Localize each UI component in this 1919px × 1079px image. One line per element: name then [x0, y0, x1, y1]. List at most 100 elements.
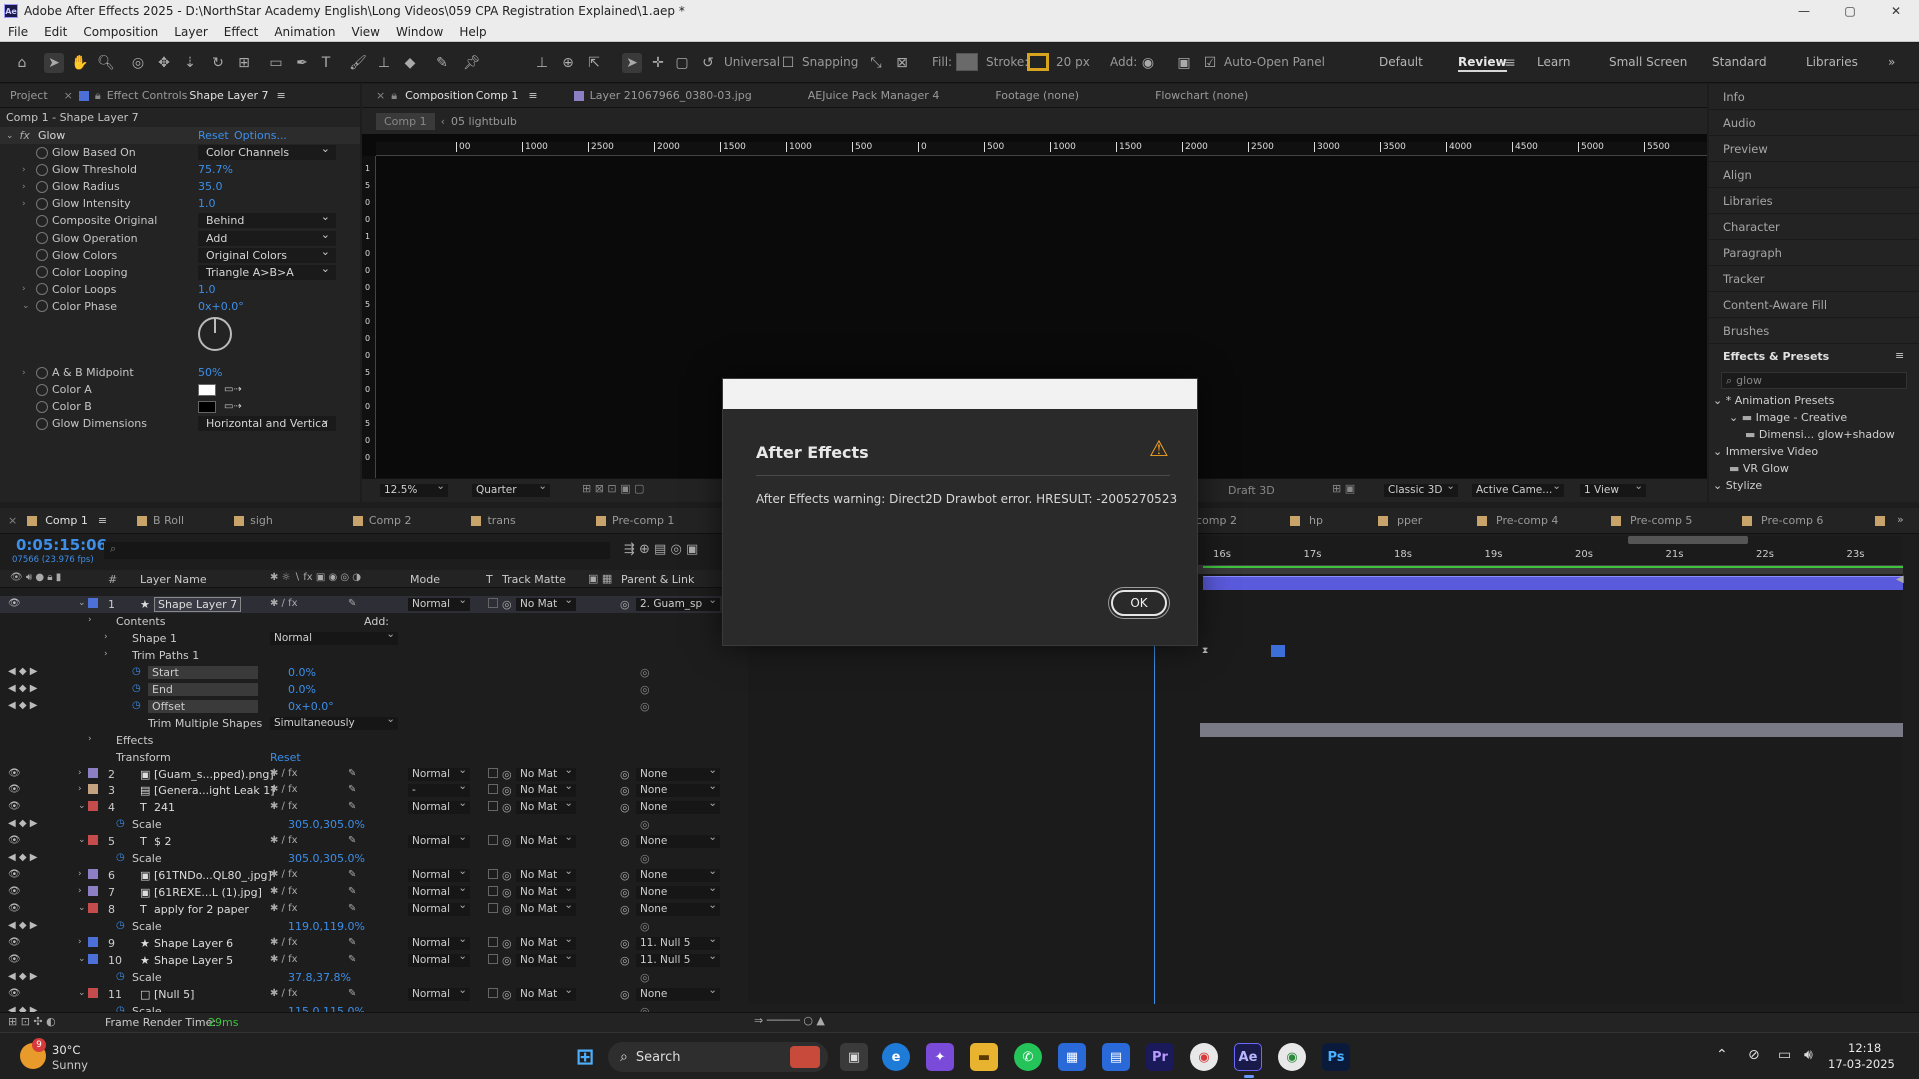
expand-arrow-icon[interactable]: › — [104, 649, 108, 659]
chrome-icon[interactable]: ◉ — [1190, 1043, 1218, 1071]
tab-pre-comp-5[interactable]: Pre-comp 5 — [1630, 514, 1692, 527]
expand-arrow-icon[interactable]: ⌄ — [78, 988, 86, 998]
layer-edit-icon[interactable]: ✎ — [348, 801, 356, 812]
layer-name[interactable]: $ 2 — [154, 835, 172, 848]
visibility-eye-icon[interactable]: 👁︎ — [8, 937, 21, 948]
parent-pickwhip-icon[interactable]: ◎ — [620, 903, 630, 916]
blend-mode-dropdown[interactable]: Normal — [408, 797, 470, 815]
expression-pickwhip-icon[interactable]: ◎ — [640, 666, 650, 679]
start-windows-icon[interactable]: ⊞ — [571, 1043, 599, 1071]
brush-tool-icon[interactable]: 🖌︎ — [348, 53, 368, 73]
layer-name[interactable]: [61REXE...L (1).jpg] — [154, 886, 262, 899]
add-contents-button[interactable]: Add: — [364, 615, 389, 628]
layer-edit-icon[interactable]: ✎ — [348, 784, 356, 795]
property-value[interactable]: 305.0,305.0% — [288, 852, 365, 865]
rectangle-tool-icon[interactable]: ▭ — [266, 53, 286, 73]
snap-grid-icon[interactable]: ⊠ — [892, 53, 912, 73]
stopwatch-icon[interactable]: ◷ — [132, 700, 141, 711]
blend-mode-dropdown[interactable]: Normal — [408, 882, 470, 900]
layer-row[interactable]: 👁︎ ⌄ 10 ★ Shape Layer 5 ✱ ∕ fx ✎ Normal ◎ No Mat ◎… — [0, 950, 745, 969]
menu-effect[interactable]: Effect — [216, 25, 267, 39]
layer-switches-icon[interactable]: ✱ ∕ fx — [270, 801, 298, 812]
effects-search[interactable]: ⌕ glow — [1721, 372, 1907, 389]
layer-row[interactable]: 👁︎ › 9 ★ Shape Layer 6 ✱ ∕ fx ✎ Normal ◎ No Mat ◎ 1… — [0, 933, 745, 952]
lock-icon[interactable]: 🔒︎ — [95, 89, 101, 103]
tab-aejuice[interactable]: AEJuice Pack Manager 4 — [808, 89, 940, 102]
selection-tool-icon[interactable]: ➤ — [44, 53, 64, 73]
layer-switches-icon[interactable]: ✱ ∕ fx — [270, 903, 298, 914]
stopwatch-icon[interactable]: ◷ — [132, 666, 141, 677]
effect-prop-row[interactable]: › A & B Midpoint 50% — [0, 364, 360, 381]
matte-link-icon[interactable]: ◎ — [502, 886, 512, 899]
effect-prop-value[interactable]: 0x+0.0° — [198, 300, 244, 313]
universal-select-icon[interactable]: ➤ — [622, 53, 642, 73]
close-tab-icon[interactable]: × — [376, 89, 385, 102]
track-matte-dropdown[interactable]: No Mat — [516, 831, 576, 849]
stopwatch-icon[interactable]: ◷ — [116, 852, 125, 863]
menu-layer[interactable]: Layer — [166, 25, 215, 39]
workspace-learn[interactable]: Learn — [1537, 55, 1571, 69]
property-row[interactable]: Transform Reset — [0, 749, 745, 766]
stopwatch-icon[interactable] — [36, 383, 48, 396]
zoom-dropdown[interactable]: 12.5% — [380, 480, 448, 497]
effects-tree-item[interactable]: ⌄ * Animation Presets — [1713, 394, 1834, 407]
property-row[interactable]: ◀ ◆ ▶ ◷ Scale 119.0,119.0% ◎ — [0, 918, 745, 935]
keyframe-nav-icon[interactable]: ◀ ◆ ▶ — [8, 920, 37, 931]
expand-arrow-icon[interactable]: ⌄ — [78, 835, 86, 845]
preserve-transparency-checkbox[interactable] — [488, 767, 498, 778]
keyframe-nav-icon[interactable]: ◀ ◆ ▶ — [8, 971, 37, 982]
expand-arrow-icon[interactable]: ⌄ — [1713, 445, 1726, 458]
tray-chevron-icon[interactable]: ⌃ — [1716, 1047, 1728, 1063]
parent-pickwhip-icon[interactable]: ◎ — [620, 869, 630, 882]
rotate-icon[interactable]: ↺ — [698, 53, 718, 73]
expression-pickwhip-icon[interactable]: ◎ — [640, 920, 650, 933]
label-color-swatch[interactable] — [88, 903, 98, 914]
label-color-swatch[interactable] — [88, 835, 98, 846]
menu-file[interactable]: File — [0, 25, 36, 39]
track-matte-dropdown[interactable]: No Mat — [516, 950, 576, 967]
visibility-eye-icon[interactable]: 👁︎ — [8, 903, 21, 914]
layer-row[interactable]: 👁︎ ⌄ 4 T 241 ✱ ∕ fx ✎ Normal ◎ No Mat ◎ None — [0, 797, 745, 816]
stroke-width[interactable]: 20 px — [1056, 55, 1090, 69]
renderer-dropdown[interactable]: Classic 3D — [1384, 480, 1458, 497]
keyframe-nav-icon[interactable]: ◀ ◆ ▶ — [8, 700, 37, 711]
matte-link-icon[interactable]: ◎ — [502, 937, 512, 950]
property-row[interactable]: ◀ ◆ ▶ ◷ Scale 305.0,305.0% ◎ — [0, 816, 745, 833]
keyframe-nav-icon[interactable]: ◀ ◆ ▶ — [8, 666, 37, 677]
panel-menu-icon[interactable]: ≡ — [98, 514, 107, 527]
track-matte-dropdown[interactable]: No Mat — [516, 899, 576, 917]
workspace-default[interactable]: Default — [1379, 55, 1423, 69]
options-link[interactable]: Options... — [234, 129, 287, 142]
preserve-transparency-checkbox[interactable] — [488, 784, 498, 795]
parent-pickwhip-icon[interactable]: ◎ — [620, 784, 630, 797]
property-row[interactable]: › Trim Paths 1 — [0, 647, 745, 664]
stopwatch-icon[interactable] — [36, 197, 48, 210]
effect-prop-dropdown[interactable]: Horizontal and Vertica — [198, 413, 336, 431]
col-parent-link[interactable]: Parent & Link — [621, 573, 694, 586]
tab-hp[interactable]: hp — [1309, 514, 1323, 527]
menu-edit[interactable]: Edit — [36, 25, 75, 39]
layer-name[interactable]: 241 — [154, 801, 175, 814]
effects-tree-item[interactable]: ⌄ Immersive Video — [1713, 445, 1818, 458]
effect-prop-row[interactable]: Glow Based On Color Channels — [0, 142, 360, 161]
matte-link-icon[interactable]: ◎ — [502, 903, 512, 916]
property-value[interactable]: Reset — [270, 751, 301, 764]
col-layer-name[interactable]: Layer Name — [140, 573, 207, 586]
label-color-swatch[interactable] — [88, 801, 98, 812]
effect-prop-dropdown[interactable]: Triangle A>B>A — [198, 262, 336, 280]
eyedropper-icon[interactable]: ▭⇢ — [224, 384, 242, 395]
views-dropdown[interactable]: 1 View — [1580, 480, 1646, 497]
effect-prop-value[interactable]: 75.7% — [198, 163, 233, 176]
track-matte-dropdown[interactable]: No Mat — [516, 984, 576, 1001]
stopwatch-icon[interactable] — [36, 300, 48, 313]
tab-trans[interactable]: trans — [487, 514, 515, 527]
auto-open-checkbox[interactable]: ☑ — [1200, 53, 1220, 73]
property-value[interactable]: 0.0% — [288, 683, 316, 696]
stopwatch-icon[interactable] — [36, 163, 48, 176]
task-view-icon[interactable]: ▣ — [840, 1043, 868, 1071]
zoom-tool-icon[interactable]: 🔍︎ — [96, 53, 116, 73]
snap-feature-icon[interactable]: ⤡ — [866, 53, 886, 73]
breadcrumb-lightbulb[interactable]: 05 lightbulb — [451, 115, 517, 128]
panel-menu-icon[interactable]: ≡ — [528, 89, 537, 102]
panel-preview[interactable]: Preview — [1709, 136, 1919, 162]
